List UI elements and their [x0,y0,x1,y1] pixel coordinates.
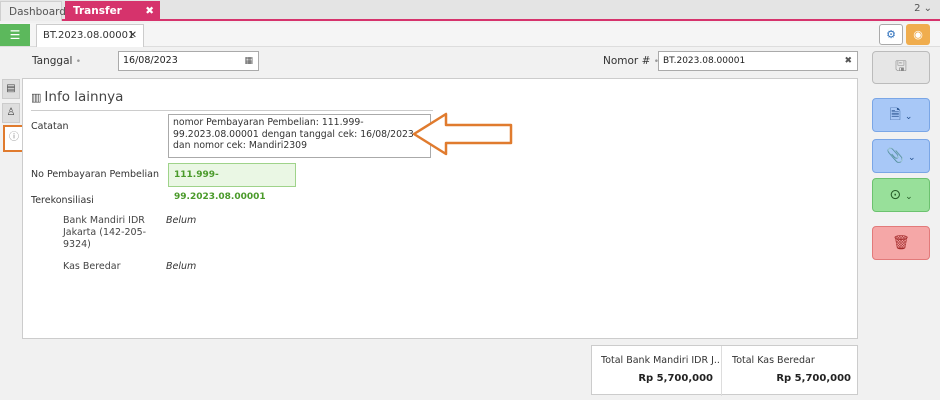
gear-icon: ⚙ [886,28,896,41]
list-icon: ☰ [9,28,21,42]
delete-button[interactable]: 🗑 [872,226,930,260]
more-actions-button[interactable]: ⊙ ⌄ [872,178,930,212]
tab-dashboard-label: Dashboard [9,6,66,18]
terekonsiliasi-label: Terekonsiliasi [31,195,94,206]
document-tab-label: BT.2023.08.00001 [43,30,135,41]
total-label: Total Bank Mandiri IDR J... [601,355,719,366]
total-value: Rp 5,700,000 [638,373,713,384]
no-pembayaran-link[interactable]: 111.999-99.2023.08.00001 [168,163,296,202]
total-kas-beredar: Total Kas Beredar Rp 5,700,000 [723,346,859,396]
sidebar-detail-icon[interactable]: ▤ [2,79,20,99]
total-value: Rp 5,700,000 [776,373,851,384]
chevron-down-icon: ⌄ [904,112,913,122]
rekon-account-name: Kas Beredar [63,261,121,272]
building-icon: ▥ [31,91,42,104]
attachment-menu-button[interactable]: 📎 ⌄ [872,139,930,173]
document-icon: 🗎 [889,107,901,123]
nomor-value: BT.2023.08.00001 [663,56,746,66]
document-tab[interactable]: BT.2023.08.00001 ✕ [36,24,144,47]
sidebar-attachment-icon[interactable]: ♙ [2,103,20,123]
total-label: Total Kas Beredar [732,355,815,366]
rekon-account-status: Belum [166,215,197,226]
paperclip-icon: 📎 [886,148,904,164]
tab-dashboard[interactable]: Dashboard [0,1,66,21]
chevron-down-icon: ⌄ [907,153,916,163]
document-menu-button[interactable]: 🗎 ⌄ [872,98,930,132]
settings-button[interactable]: ⚙ [879,24,903,45]
close-document-icon[interactable]: ✕ [129,25,137,46]
document-bar: ☰ BT.2023.08.00001 ✕ ⚙ ◉ [0,23,940,47]
tab-transfer-bank[interactable]: Transfer Bank ✖ [65,1,160,37]
close-tab-icon[interactable]: ✖ [145,1,154,21]
catatan-textarea[interactable]: nomor Pembayaran Pembelian: 111.999-99.2… [168,114,431,158]
tips-button[interactable]: ◉ [906,24,930,45]
tanggal-value: 16/08/2023 [123,55,178,66]
floppy-disk-icon: 🖫 [895,59,907,75]
list-menu-button[interactable]: ☰ [0,24,30,46]
panel-title: ▥ Info lainnya [31,89,433,111]
nomor-label: Nomor # • [603,55,660,67]
totals-panel: Total Bank Mandiri IDR J... Rp 5,700,000… [591,345,859,396]
no-pembayaran-label: No Pembayaran Pembelian [31,169,159,180]
left-arrow-annotation-icon [412,112,513,156]
more-icon: ⊙ [889,187,902,203]
chevron-down-icon: ⌄ [905,192,913,202]
trash-icon: 🗑 [892,235,910,251]
catatan-label: Catatan [31,121,69,132]
lightbulb-icon: ◉ [913,28,923,41]
rekon-account-status: Belum [166,261,197,272]
total-bank-mandiri: Total Bank Mandiri IDR J... Rp 5,700,000 [592,346,722,396]
top-tab-bar: Dashboard Transfer Bank ✖ 2 ⌄ [0,0,940,37]
clear-icon[interactable]: ✖ [844,52,852,70]
tanggal-label: Tanggal • [32,55,82,67]
tanggal-date-input[interactable]: 16/08/2023 ▦ [118,51,259,71]
save-button[interactable]: 🖫 [872,51,930,84]
tab-count[interactable]: 2 ⌄ [914,3,932,14]
calendar-icon[interactable]: ▦ [244,52,253,70]
nomor-input[interactable]: BT.2023.08.00001 ✖ [658,51,858,71]
rekon-account-name: Bank Mandiri IDR Jakarta (142-205-9324) [63,215,147,250]
